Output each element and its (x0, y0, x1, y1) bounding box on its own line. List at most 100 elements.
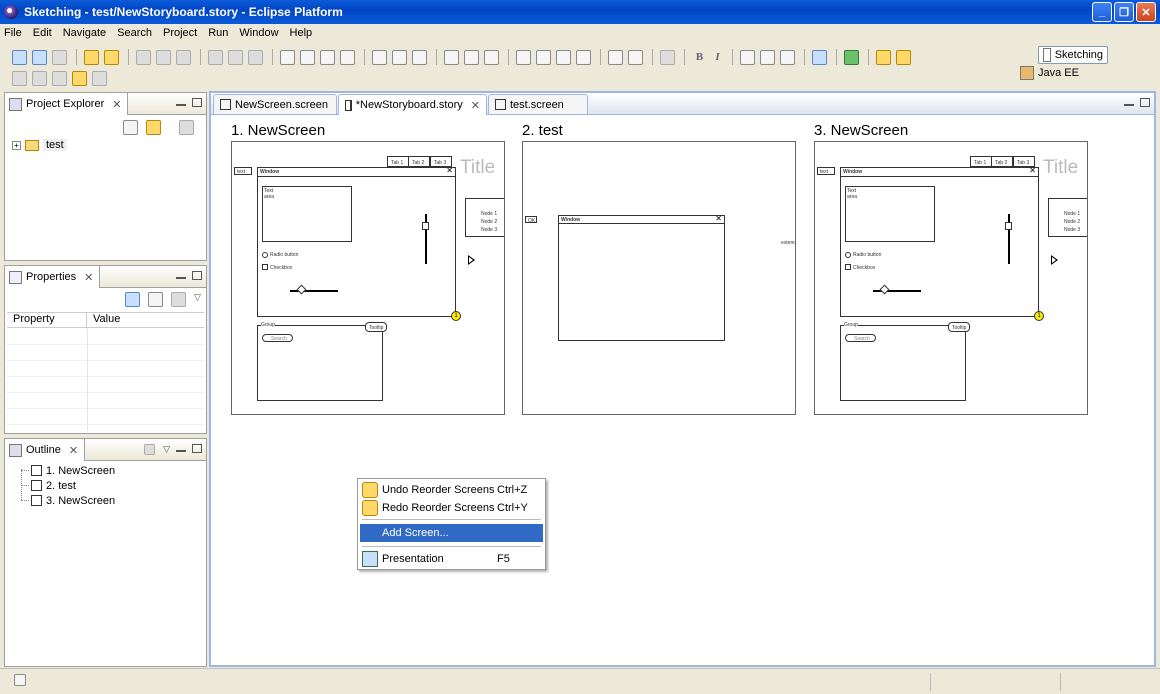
restore-default-icon[interactable] (171, 292, 186, 307)
run-icon[interactable] (844, 49, 859, 65)
lock-icon[interactable] (660, 49, 675, 65)
layout-icon[interactable] (576, 49, 591, 65)
perspective-java-ee[interactable]: Java EE (1020, 64, 1155, 82)
layout-icon[interactable] (444, 49, 459, 65)
filter-icon[interactable] (148, 292, 163, 307)
minimize-button[interactable]: _ (1092, 2, 1112, 22)
pin-icon[interactable] (896, 49, 911, 65)
view-menu-icon[interactable]: ▽ (163, 444, 170, 455)
maximize-icon[interactable] (192, 444, 202, 453)
align-left-icon[interactable] (740, 49, 755, 65)
layout-icon[interactable] (516, 49, 531, 65)
layout-icon[interactable] (536, 49, 551, 65)
tab-test-screen[interactable]: test.screen (488, 94, 588, 114)
align-icon[interactable] (280, 49, 295, 65)
close-button[interactable]: ✕ (1136, 2, 1156, 22)
save-icon[interactable] (32, 49, 47, 65)
outline-item[interactable]: 2. test (21, 478, 115, 493)
distribute-icon[interactable] (412, 49, 427, 65)
tab-newstoryboard-story[interactable]: *NewStoryboard.story ✕ (338, 94, 487, 115)
perspective-switcher: Sketching Java EE (1015, 46, 1155, 90)
maximize-button[interactable]: ❐ (1114, 2, 1134, 22)
expand-icon[interactable]: + (12, 140, 21, 150)
menu-search[interactable]: Search (117, 27, 152, 39)
presentation-icon[interactable] (812, 49, 827, 65)
print-icon[interactable] (52, 49, 67, 65)
minimize-icon[interactable] (1124, 103, 1134, 106)
screen-thumbnail[interactable]: OK Window ✕ extend (522, 141, 796, 415)
maximize-icon[interactable] (192, 271, 202, 280)
close-icon[interactable]: ✕ (471, 99, 480, 112)
tab-properties[interactable]: Properties ✕ (5, 266, 101, 288)
open-folder-icon[interactable] (876, 49, 891, 65)
status-bar (0, 668, 1160, 694)
minimize-icon[interactable] (176, 103, 186, 106)
ungroup-icon[interactable] (628, 49, 643, 65)
italic-icon[interactable]: I (710, 51, 725, 63)
redo-icon[interactable] (104, 49, 119, 65)
screen-thumbnail[interactable]: text Tab 1 Tab 2 Tab 3 Window ✕ Text area… (231, 141, 505, 415)
prev-annotation-icon[interactable] (52, 70, 67, 86)
align-icon[interactable] (300, 49, 315, 65)
menu-project[interactable]: Project (163, 27, 197, 39)
distribute-icon[interactable] (372, 49, 387, 65)
menu-navigate[interactable]: Navigate (63, 27, 106, 39)
tab-outline[interactable]: Outline ✕ (5, 439, 86, 461)
bold-icon[interactable]: B (692, 51, 707, 63)
paste-icon[interactable] (176, 49, 191, 65)
link-editor-icon[interactable] (146, 120, 161, 135)
menu-help[interactable]: Help (290, 27, 313, 39)
menu-edit[interactable]: Edit (33, 27, 52, 39)
view-menu-icon[interactable]: ▽ (194, 292, 201, 307)
minimize-icon[interactable] (176, 449, 186, 452)
categories-icon[interactable] (125, 292, 140, 307)
perspective-sketching[interactable]: Sketching (1038, 46, 1108, 64)
screen-thumbnail[interactable]: text Tab 1 Tab 2 Tab 3 Window ✕ Text area… (814, 141, 1088, 415)
project-explorer-panel: Project Explorer ✕ + test (4, 92, 207, 261)
distribute-icon[interactable] (392, 49, 407, 65)
screenshot-icon[interactable] (248, 49, 263, 65)
new-icon[interactable] (12, 49, 27, 65)
align-icon[interactable] (320, 49, 335, 65)
undo-icon[interactable] (84, 49, 99, 65)
edit-icon[interactable] (228, 49, 243, 65)
outline-item[interactable]: 1. NewScreen (21, 463, 115, 478)
annotation-icon[interactable] (12, 70, 27, 86)
tab-newscreen-screen[interactable]: NewScreen.screen (213, 94, 337, 114)
maximize-icon[interactable] (1140, 98, 1150, 107)
menu-file[interactable]: File (4, 27, 22, 39)
tree-item-test[interactable]: + test (12, 139, 67, 151)
copy-icon[interactable] (156, 49, 171, 65)
fast-view-icon[interactable] (14, 674, 26, 686)
layout-icon[interactable] (464, 49, 479, 65)
folder-icon (25, 139, 39, 151)
layout-icon[interactable] (556, 49, 571, 65)
title-bar: Sketching - test/NewStoryboard.story - E… (0, 0, 1160, 24)
minimize-icon[interactable] (176, 276, 186, 279)
menu-window[interactable]: Window (239, 27, 278, 39)
close-icon[interactable]: ✕ (84, 271, 93, 284)
tab-project-explorer[interactable]: Project Explorer ✕ (5, 93, 129, 115)
menu-item-add-screen[interactable]: Add Screen... (360, 524, 543, 542)
group-icon[interactable] (608, 49, 623, 65)
align-right-icon[interactable] (780, 49, 795, 65)
close-icon[interactable]: ✕ (112, 98, 121, 111)
cut-icon[interactable] (136, 49, 151, 65)
layout-icon[interactable] (484, 49, 499, 65)
forward-icon[interactable] (92, 70, 107, 86)
align-center-icon[interactable] (760, 49, 775, 65)
next-annotation-icon[interactable] (32, 70, 47, 86)
delete-icon[interactable] (208, 49, 223, 65)
outline-item[interactable]: 3. NewScreen (21, 493, 115, 508)
menu-run[interactable]: Run (208, 27, 228, 39)
align-icon[interactable] (340, 49, 355, 65)
close-icon[interactable]: ✕ (69, 444, 78, 457)
view-options-icon[interactable] (144, 444, 156, 455)
maximize-icon[interactable] (192, 98, 202, 107)
view-menu-icon[interactable] (179, 120, 194, 135)
menu-item-undo-reorder[interactable]: Undo Reorder Screens Ctrl+Z (360, 481, 543, 499)
menu-item-redo-reorder[interactable]: Redo Reorder Screens Ctrl+Y (360, 499, 543, 517)
collapse-all-icon[interactable] (123, 120, 138, 135)
back-icon[interactable] (72, 70, 87, 86)
menu-item-presentation[interactable]: Presentation F5 (360, 550, 543, 568)
